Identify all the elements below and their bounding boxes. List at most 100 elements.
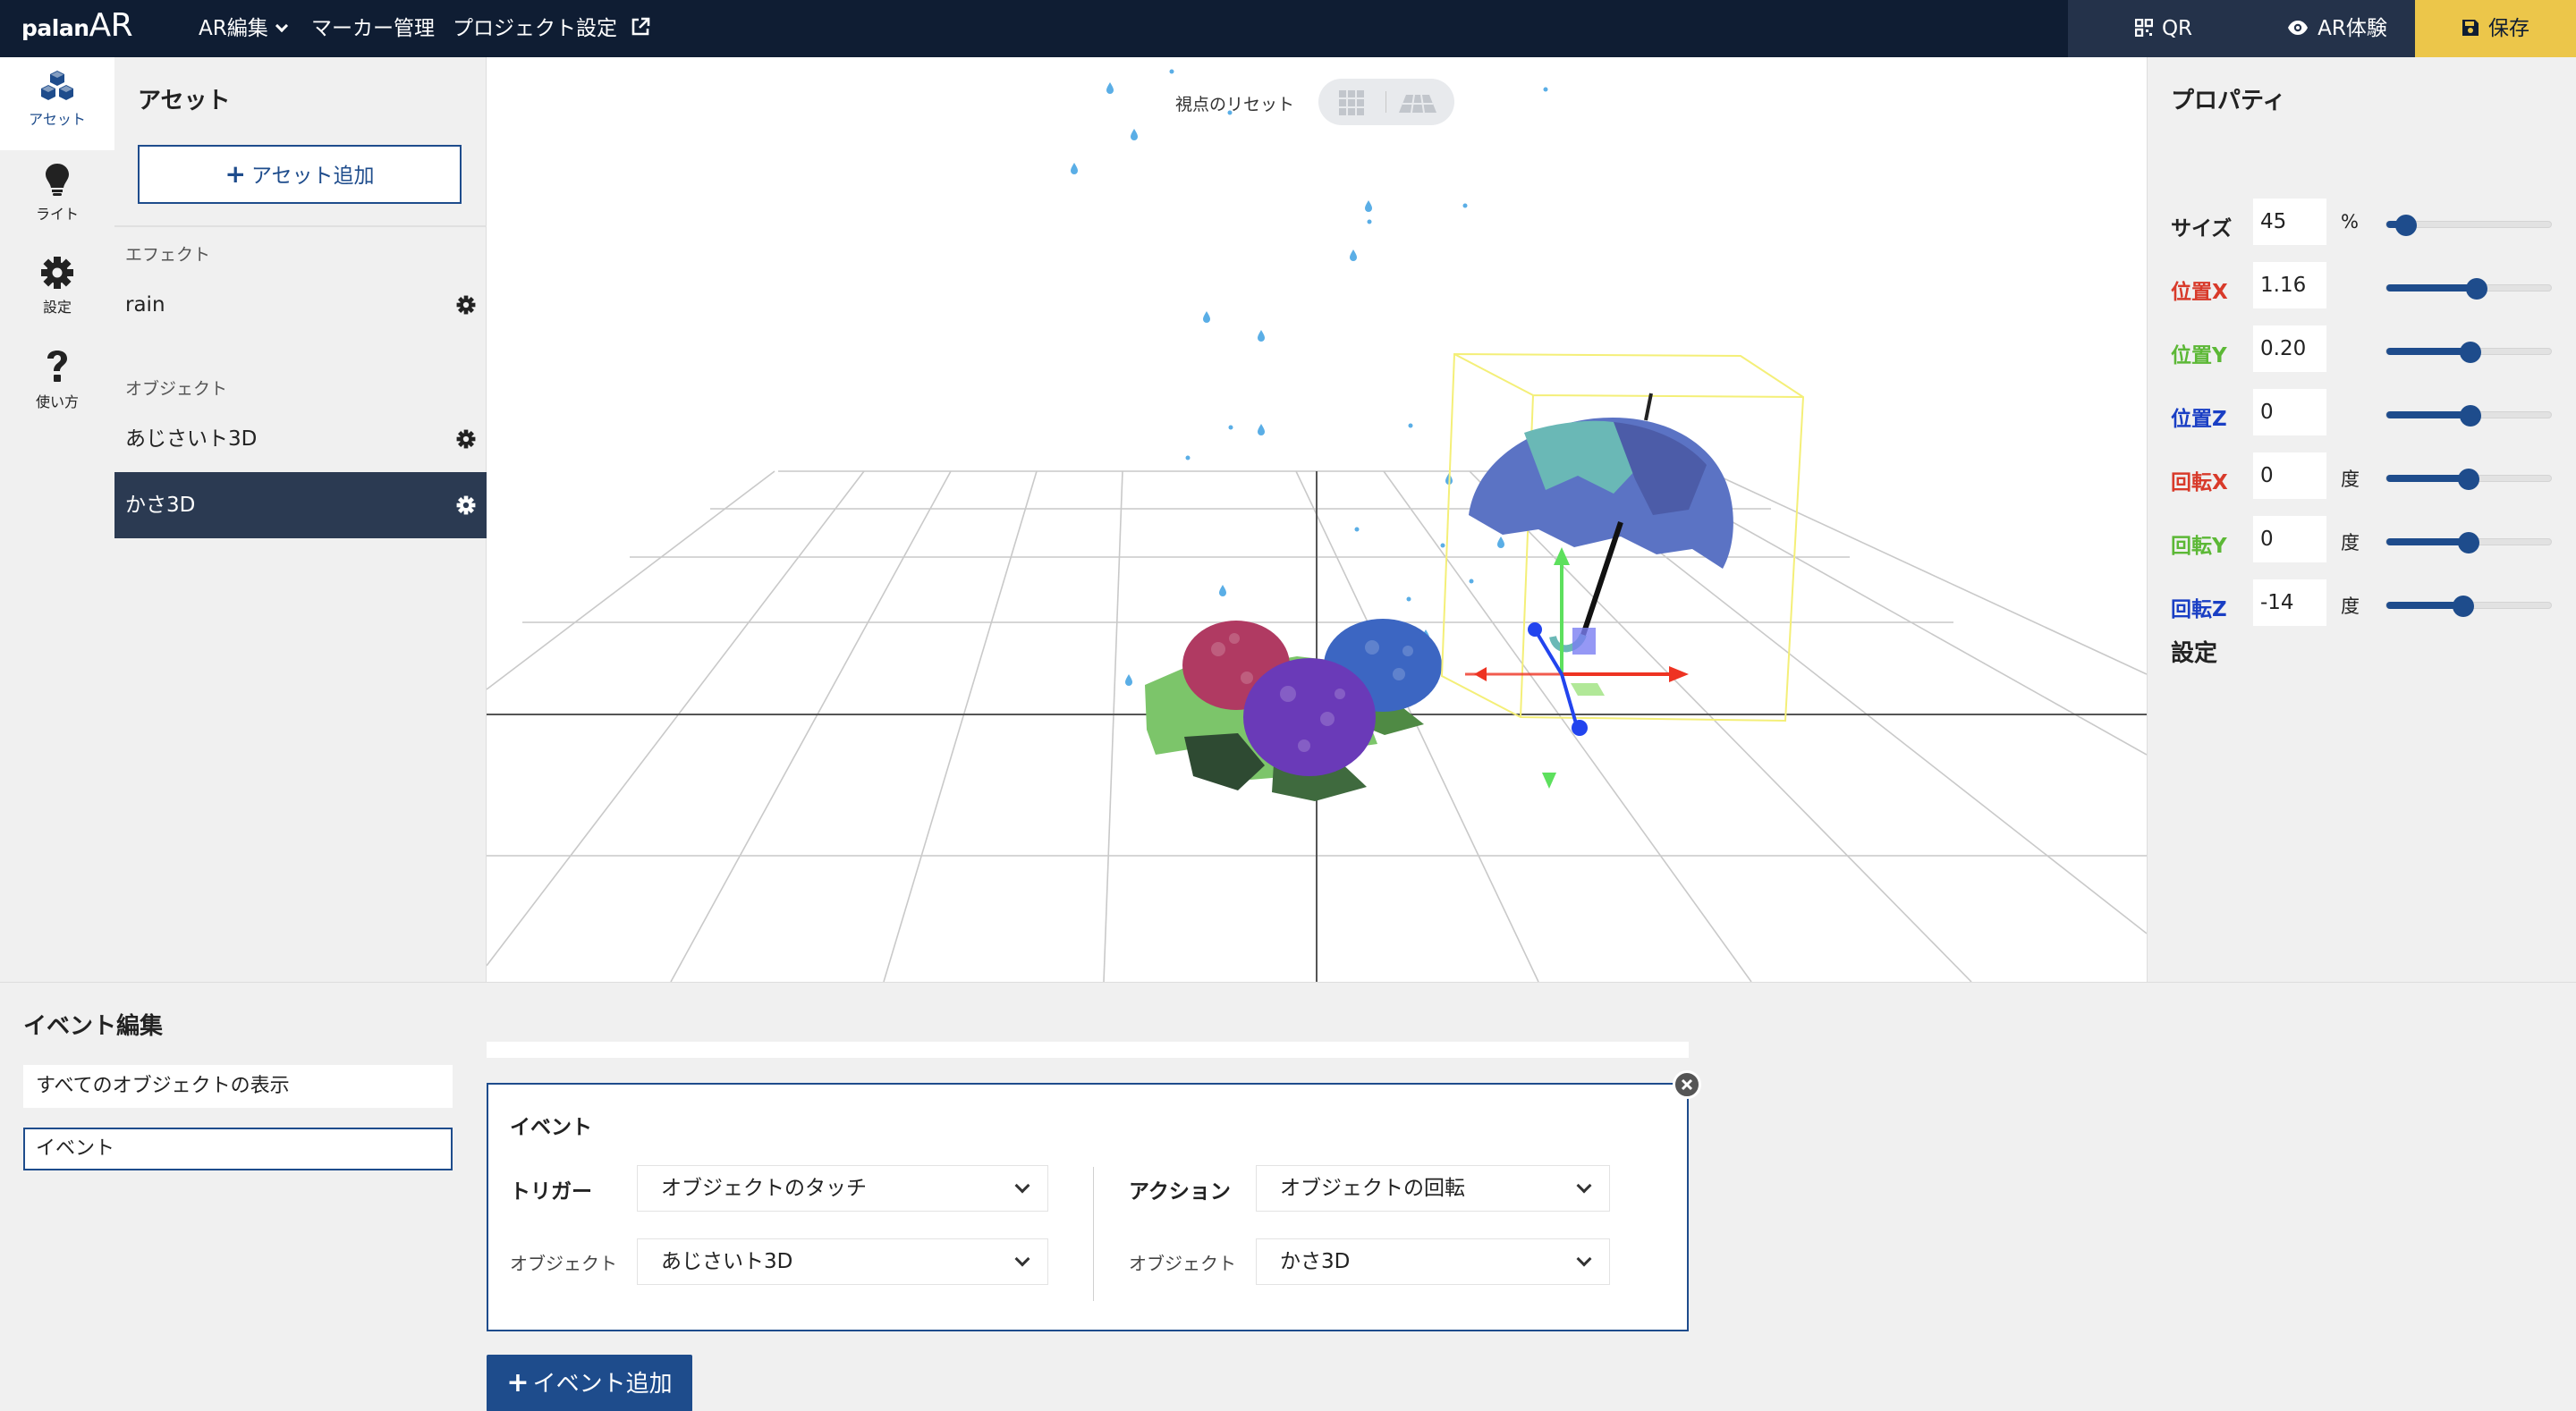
property-input-rotation-z[interactable]: -14 — [2253, 579, 2326, 626]
plus-icon: + — [225, 159, 246, 189]
property-row-rotation-z: 回転Z -14 度 — [2171, 579, 2564, 629]
gear-icon[interactable] — [456, 429, 476, 449]
property-input-position-y[interactable]: 0.20 — [2253, 325, 2326, 372]
plus-icon: + — [506, 1367, 530, 1398]
rail-label-settings: 設定 — [42, 299, 72, 316]
rail-item-assets[interactable]: アセット — [0, 57, 114, 150]
property-input-position-x[interactable]: 1.16 — [2253, 262, 2326, 308]
event-list-item-event[interactable]: イベント — [23, 1128, 453, 1170]
event-editor: イベント編集 すべてのオブジェクトの表示 イベント イベント トリガー オブジェ… — [0, 982, 2576, 1411]
property-input-size[interactable]: 45 — [2253, 199, 2326, 245]
gear-icon — [41, 257, 73, 289]
action-object-label: オブジェクト — [1129, 1253, 1236, 1274]
slider-thumb[interactable] — [2459, 342, 2481, 363]
property-input-rotation-x[interactable]: 0 — [2253, 452, 2326, 499]
divider — [1385, 91, 1386, 113]
property-label: 位置Z — [2171, 408, 2227, 431]
cubes-icon — [41, 71, 73, 100]
slider-thumb[interactable] — [2458, 532, 2479, 553]
property-slider-rotation-x[interactable] — [2385, 469, 2552, 490]
event-list-item-show-all[interactable]: すべてのオブジェクトの表示 — [23, 1065, 453, 1108]
reset-view-label[interactable]: 視点のリセット — [1175, 91, 1294, 115]
rail-item-light[interactable]: ライト — [0, 150, 114, 243]
scene-canvas[interactable] — [487, 57, 2147, 982]
add-asset-button[interactable]: + アセット追加 — [138, 145, 462, 204]
nav-project-settings[interactable]: プロジェクト設定 — [453, 0, 650, 57]
property-slider-position-z[interactable] — [2385, 405, 2552, 427]
property-unit: % — [2341, 211, 2359, 232]
rail-item-howto[interactable]: 使い方 — [0, 336, 114, 429]
qr-button[interactable]: QR — [2068, 0, 2259, 57]
slider-thumb[interactable] — [2459, 405, 2481, 427]
nav-marker-management[interactable]: マーカー管理 — [311, 0, 435, 57]
action-object-select[interactable]: かさ3D — [1256, 1238, 1610, 1285]
property-label: 位置Y — [2171, 344, 2227, 368]
property-row-rotation-y: 回転Y 0 度 — [2171, 516, 2564, 566]
property-label: 位置X — [2171, 281, 2228, 304]
event-card-collapsed[interactable] — [487, 1042, 1689, 1058]
rail-item-settings[interactable]: 設定 — [0, 243, 114, 336]
divider — [114, 225, 487, 227]
settings-section-title: 設定 — [2171, 640, 2218, 667]
top-bar: palanAR AR編集 マーカー管理 プロジェクト設定 QR AR体験 保存 — [0, 0, 2576, 57]
property-label: 回転Z — [2171, 598, 2227, 621]
question-icon — [47, 351, 67, 382]
asset-row-hydrangea[interactable]: あじさいト3D — [114, 406, 487, 472]
slider-thumb[interactable] — [2395, 215, 2418, 236]
trigger-select[interactable]: オブジェクトのタッチ — [637, 1165, 1048, 1212]
nav-ar-edit[interactable]: AR編集 — [199, 0, 288, 57]
palanar-logo[interactable]: palanAR — [21, 7, 133, 44]
transform-gizmo — [1465, 547, 1689, 789]
property-slider-rotation-z[interactable] — [2385, 596, 2552, 617]
property-unit: 度 — [2341, 532, 2360, 553]
top-view-icon[interactable] — [1338, 89, 1365, 116]
save-button[interactable]: 保存 — [2415, 0, 2576, 57]
chevron-down-icon — [1014, 1178, 1030, 1194]
trigger-object-select[interactable]: あじさいト3D — [637, 1238, 1048, 1285]
logo-text: palan — [21, 15, 89, 41]
asset-name: rain — [125, 293, 165, 317]
qr-label: QR — [2161, 17, 2193, 40]
add-event-label: イベント追加 — [532, 1371, 673, 1398]
logo-text-ar: AR — [89, 7, 133, 44]
action-label: アクション — [1129, 1180, 1231, 1204]
action-object-select-value: かさ3D — [1280, 1250, 1351, 1273]
property-slider-size[interactable] — [2385, 215, 2552, 236]
gear-icon[interactable] — [456, 495, 476, 515]
property-slider-position-y[interactable] — [2385, 342, 2552, 363]
event-card-title: イベント — [510, 1116, 592, 1139]
trigger-object-select-value: あじさいト3D — [661, 1250, 793, 1273]
property-row-rotation-x: 回転X 0 度 — [2171, 452, 2564, 503]
perspective-view-icon[interactable] — [1397, 93, 1438, 114]
asset-panel: アセット + アセット追加 エフェクト rain オブジェクト あじさいト3D か… — [114, 57, 487, 982]
property-row-position-z: 位置Z 0 — [2171, 389, 2564, 439]
properties-panel: プロパティ サイズ 45% 位置X 1.16 位置Y 0.20 位置Z 0 回転X 0 度回転Y 0 度… — [2147, 57, 2576, 982]
asset-row-umbrella[interactable]: かさ3D — [114, 472, 487, 538]
chevron-down-icon — [1576, 1178, 1592, 1194]
close-icon[interactable] — [1673, 1070, 1701, 1099]
rail-label-light: ライト — [35, 206, 79, 223]
3d-viewport[interactable]: 視点のリセット — [487, 57, 2147, 982]
action-select[interactable]: オブジェクトの回転 — [1256, 1165, 1610, 1212]
asset-row-rain[interactable]: rain — [114, 272, 487, 338]
property-input-rotation-y[interactable]: 0 — [2253, 516, 2326, 562]
property-slider-rotation-y[interactable] — [2385, 532, 2552, 553]
slider-thumb[interactable] — [2466, 278, 2488, 300]
slider-thumb[interactable] — [2453, 596, 2475, 617]
action-select-value: オブジェクトの回転 — [1280, 1177, 1465, 1200]
ar-experience-button[interactable]: AR体験 — [2259, 0, 2415, 57]
asset-name: かさ3D — [125, 494, 196, 517]
property-row-size: サイズ 45% — [2171, 199, 2564, 249]
divider — [1093, 1167, 1094, 1301]
nav-project-settings-label: プロジェクト設定 — [453, 17, 617, 40]
event-card: イベント トリガー オブジェクトのタッチ オブジェクト あじさいト3D アクショ… — [487, 1070, 1701, 1331]
add-event-button[interactable]: + イベント追加 — [487, 1355, 692, 1411]
event-editor-title: イベント編集 — [23, 1013, 164, 1040]
slider-thumb[interactable] — [2458, 469, 2479, 490]
property-input-position-z[interactable]: 0 — [2253, 389, 2326, 435]
properties-title: プロパティ — [2171, 88, 2286, 114]
gear-icon[interactable] — [456, 295, 476, 315]
floppy-disk-icon — [2462, 19, 2479, 36]
view-mode-toggle[interactable] — [1318, 79, 1454, 125]
property-slider-position-x[interactable] — [2385, 278, 2552, 300]
